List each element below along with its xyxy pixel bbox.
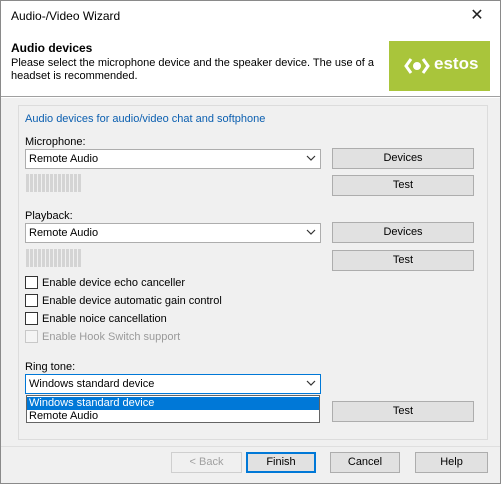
group-title: Audio devices for audio/video chat and s… [25, 113, 266, 125]
microphone-level-meter [26, 174, 81, 192]
gain-control-checkbox[interactable]: Enable device automatic gain control [25, 294, 222, 307]
wizard-window: Audio-/Video Wizard ✕ Audio devices Plea… [0, 0, 501, 484]
page-description: Please select the microphone device and … [11, 57, 375, 82]
ringtone-dropdown-list: Windows standard device Remote Audio [26, 395, 320, 423]
noise-cancellation-label: Enable noice cancellation [42, 312, 167, 325]
help-button[interactable]: Help [415, 452, 488, 473]
playback-test-button[interactable]: Test [332, 250, 474, 271]
echo-canceller-label: Enable device echo canceller [42, 276, 186, 289]
playback-devices-button[interactable]: Devices [332, 222, 474, 243]
page-title: Audio devices [11, 41, 93, 55]
back-button[interactable]: < Back [171, 452, 242, 473]
playback-label: Playback: [25, 210, 73, 222]
chevron-down-icon [306, 380, 316, 386]
cancel-button[interactable]: Cancel [330, 452, 400, 473]
ringtone-option[interactable]: Remote Audio [27, 410, 319, 423]
hook-switch-checkbox: Enable Hook Switch support [25, 330, 180, 343]
microphone-test-button[interactable]: Test [332, 175, 474, 196]
estos-logo-icon [404, 58, 430, 74]
ringtone-option[interactable]: Windows standard device [27, 397, 319, 410]
ringtone-select[interactable]: Windows standard device [25, 374, 321, 394]
chevron-down-icon [306, 155, 316, 161]
ringtone-test-button[interactable]: Test [332, 401, 474, 422]
hook-switch-label: Enable Hook Switch support [42, 330, 181, 343]
microphone-devices-button[interactable]: Devices [332, 148, 474, 169]
finish-button[interactable]: Finish [246, 452, 316, 473]
footer-divider [1, 446, 500, 447]
close-icon[interactable]: ✕ [454, 1, 500, 31]
playback-level-meter [26, 249, 81, 267]
noise-cancellation-checkbox[interactable]: Enable noice cancellation [25, 312, 167, 325]
checkbox-box [25, 330, 38, 343]
playback-select-value: Remote Audio [29, 227, 99, 239]
logo-text: estos [434, 54, 479, 73]
chevron-down-icon [306, 229, 316, 235]
microphone-select[interactable]: Remote Audio [25, 149, 321, 169]
gain-control-label: Enable device automatic gain control [42, 294, 222, 307]
microphone-label: Microphone: [25, 136, 86, 148]
echo-canceller-checkbox[interactable]: Enable device echo canceller [25, 276, 185, 289]
checkbox-box[interactable] [25, 276, 38, 289]
estos-logo: estos [389, 41, 490, 91]
playback-select[interactable]: Remote Audio [25, 223, 321, 243]
ringtone-label: Ring tone: [25, 361, 76, 373]
wizard-header: Audio devices Please select the micropho… [1, 31, 500, 96]
header-divider-highlight [1, 97, 500, 98]
ringtone-select-value: Windows standard device [29, 378, 155, 390]
title-bar: Audio-/Video Wizard ✕ [1, 1, 500, 31]
checkbox-box[interactable] [25, 294, 38, 307]
microphone-select-value: Remote Audio [29, 153, 99, 165]
window-title: Audio-/Video Wizard [11, 9, 121, 23]
checkbox-box[interactable] [25, 312, 38, 325]
